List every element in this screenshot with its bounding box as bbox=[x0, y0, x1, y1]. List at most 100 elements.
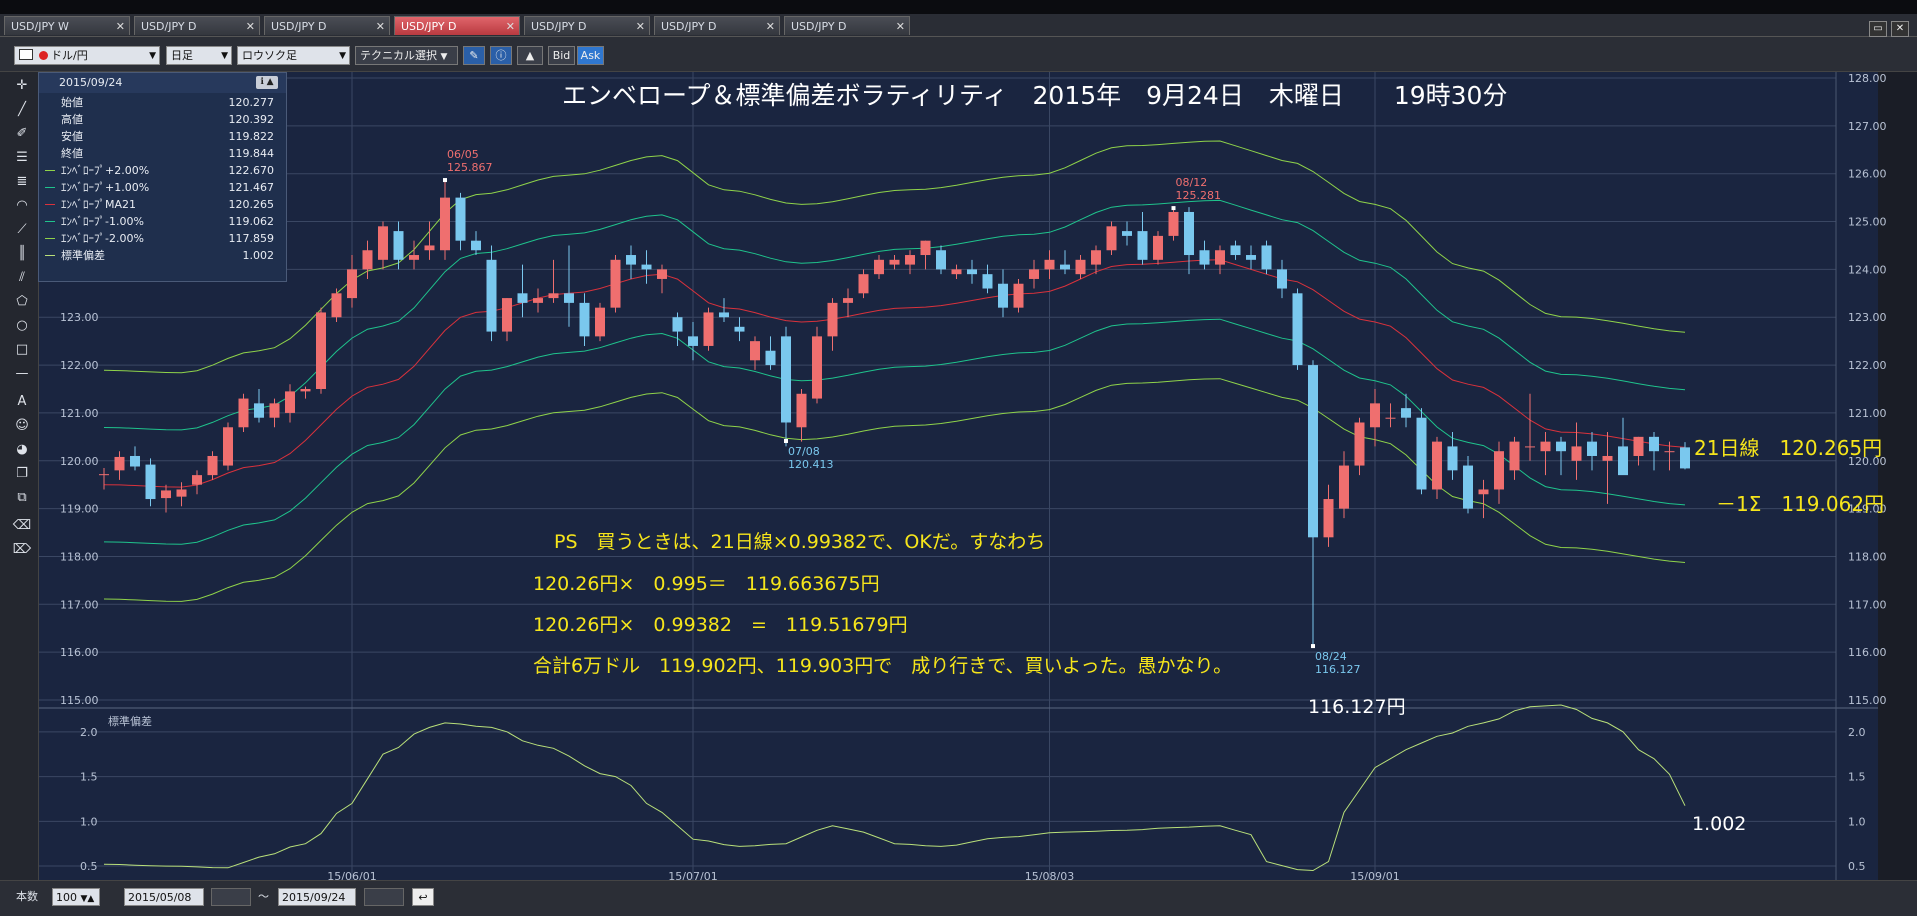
chevron-down-icon: ▼▲ bbox=[80, 894, 95, 904]
price-tick-label: 126.00 bbox=[1848, 168, 1887, 181]
candle-body bbox=[486, 259, 497, 332]
note-line-2: 120.26円× 0.995＝ 119.663675円 bbox=[533, 573, 880, 595]
candle-body bbox=[858, 274, 869, 294]
candle-body bbox=[672, 317, 683, 332]
info-row: ｴﾝﾍﾞﾛｰﾌﾟMA21 120.265 bbox=[39, 197, 286, 213]
range-tilde: ～ bbox=[258, 890, 269, 903]
info-row-label: ｴﾝﾍﾞﾛｰﾌﾟ-1.00% bbox=[61, 215, 144, 228]
info-panel-header: 2015/09/24 ℹ ▲ bbox=[39, 73, 286, 93]
annotated-point-marker bbox=[784, 439, 788, 444]
info-row: 安値 119.822 bbox=[39, 129, 286, 145]
candle-body bbox=[455, 197, 466, 241]
info-row-value: 121.467 bbox=[228, 181, 275, 194]
candle-body bbox=[657, 269, 667, 279]
candle-body bbox=[1199, 250, 1210, 265]
note-line-3: 120.26円× 0.99382 = 119.51679円 bbox=[533, 614, 908, 636]
price-tick-label-left: 117.00 bbox=[60, 598, 99, 611]
candle-body bbox=[874, 259, 884, 275]
from-date-input[interactable]: 2015/05/08 bbox=[124, 888, 204, 906]
candle-body bbox=[1354, 422, 1365, 466]
info-row-label: 安値 bbox=[61, 130, 83, 143]
candle-body bbox=[548, 293, 559, 299]
candle-body bbox=[393, 231, 404, 260]
candle-body bbox=[1029, 269, 1039, 279]
candle-body bbox=[1370, 403, 1380, 428]
std-tick-label-left: 1.5 bbox=[80, 771, 98, 784]
price-tick-label-left: 119.00 bbox=[60, 503, 99, 516]
std-tick-label: 1.5 bbox=[1848, 771, 1866, 784]
candle-body bbox=[114, 456, 125, 471]
std-tick-label-left: 0.5 bbox=[80, 860, 98, 873]
info-row-label: 始値 bbox=[61, 96, 83, 109]
candle-body bbox=[812, 336, 822, 399]
candle-body bbox=[564, 293, 574, 303]
chart-canvas[interactable]: 115.00 115.00 116.00 116.00 117.00 117.00 118.… bbox=[0, 0, 1917, 915]
info-toggle-icon[interactable]: ℹ ▲ bbox=[256, 76, 278, 89]
to-time-input[interactable] bbox=[364, 888, 404, 906]
candle-body bbox=[688, 336, 698, 346]
candle-body bbox=[409, 255, 419, 260]
candle-body bbox=[254, 403, 264, 418]
price-tick-label: 116.00 bbox=[1848, 646, 1887, 659]
candle-body bbox=[796, 393, 807, 428]
legend-swatch bbox=[45, 170, 55, 171]
candle-body bbox=[285, 391, 295, 413]
candle-body bbox=[331, 293, 342, 318]
candle-body bbox=[517, 293, 528, 303]
info-row-label: 標準偏差 bbox=[61, 249, 105, 262]
minus-sigma-label: －1Σ 119.062円 bbox=[1716, 492, 1884, 516]
annotated-point-value: 125.281 bbox=[1176, 189, 1222, 202]
from-time-input[interactable] bbox=[211, 888, 251, 906]
candle-body bbox=[502, 298, 512, 332]
annotated-point-date: 08/12 bbox=[1176, 176, 1208, 189]
return-icon[interactable]: ↩ bbox=[412, 888, 434, 906]
candle-body bbox=[378, 226, 388, 260]
candle-body bbox=[207, 455, 218, 476]
candle-body bbox=[1044, 259, 1055, 270]
annotated-point-date: 08/24 bbox=[1315, 650, 1347, 663]
price-tick-label: 122.00 bbox=[1848, 359, 1887, 372]
info-row: ｴﾝﾍﾞﾛｰﾌﾟ-2.00% 117.859 bbox=[39, 231, 286, 247]
candle-body bbox=[145, 464, 156, 500]
price-tick-label: 118.00 bbox=[1848, 550, 1887, 563]
candle-body bbox=[1649, 436, 1659, 452]
info-row-label: ｴﾝﾍﾞﾛｰﾌﾟ+2.00% bbox=[61, 164, 150, 177]
price-tick-label: 124.00 bbox=[1848, 263, 1887, 276]
candle-body bbox=[316, 312, 326, 389]
candle-body bbox=[238, 398, 249, 428]
candle-body bbox=[1091, 250, 1101, 265]
candle-body bbox=[1494, 451, 1504, 490]
candle-body bbox=[1261, 245, 1272, 270]
std-tick-label-left: 1.0 bbox=[80, 815, 98, 828]
candle-body bbox=[1137, 231, 1148, 260]
candle-body bbox=[827, 302, 838, 337]
candle-body bbox=[1463, 465, 1473, 509]
annotated-point-marker bbox=[443, 178, 447, 183]
price-tick-label: 127.00 bbox=[1848, 120, 1887, 133]
annotated-point-marker bbox=[1171, 206, 1176, 211]
candle-body bbox=[719, 312, 729, 318]
candle-body bbox=[610, 259, 621, 308]
candle-body bbox=[920, 240, 931, 256]
info-row-label: ｴﾝﾍﾞﾛｰﾌﾟMA21 bbox=[61, 198, 137, 211]
info-row-value: 117.859 bbox=[228, 232, 275, 245]
candle-body bbox=[967, 269, 977, 275]
to-date-input[interactable]: 2015/09/24 bbox=[278, 888, 356, 906]
legend-swatch bbox=[45, 221, 55, 222]
count-select[interactable]: 100 ▼▲ bbox=[52, 888, 100, 906]
info-row-value: 1.002 bbox=[242, 249, 275, 262]
info-row: 標準偏差 1.002 bbox=[39, 248, 286, 264]
info-row: ｴﾝﾍﾞﾛｰﾌﾟ+1.00% 121.467 bbox=[39, 180, 286, 196]
price-tick-label: 123.00 bbox=[1848, 311, 1887, 324]
price-tick-label-left: 115.00 bbox=[60, 694, 99, 707]
candle-body bbox=[223, 427, 233, 466]
candle-body bbox=[1153, 235, 1163, 260]
std-tick-label: 2.0 bbox=[1848, 726, 1866, 739]
candle-body bbox=[765, 350, 776, 366]
legend-swatch bbox=[45, 255, 55, 256]
candle-body bbox=[1339, 465, 1349, 509]
candle-body bbox=[269, 403, 280, 418]
price-tick-label: 115.00 bbox=[1848, 694, 1887, 707]
std-tick-label: 1.0 bbox=[1848, 815, 1866, 828]
info-row-value: 122.670 bbox=[228, 164, 275, 177]
